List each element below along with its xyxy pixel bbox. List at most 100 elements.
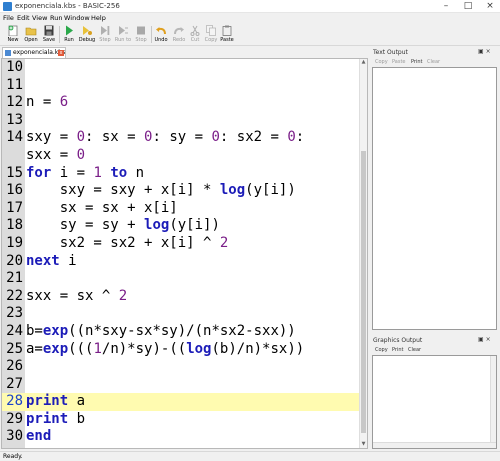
title-bar: exponenciala.kbs - BASIC-256 – □ × <box>0 0 500 13</box>
stop-button[interactable]: Stop <box>132 24 150 45</box>
code-line[interactable]: 24 b=exp((n*sxy-sx*sy)/(n*sx2-sxx)) <box>2 323 361 341</box>
menu-edit[interactable]: Edit <box>17 14 30 22</box>
code-line[interactable]: 10 <box>2 59 361 77</box>
line-number[interactable]: 11 <box>2 77 25 95</box>
line-number[interactable]: 29 <box>2 411 25 429</box>
text-output-dock-controls[interactable]: ▣ × <box>478 48 491 55</box>
line-number[interactable]: 10 <box>2 59 25 77</box>
text-token: sx = sx + x[i] <box>26 199 178 216</box>
line-number[interactable]: 28 <box>2 393 25 411</box>
graphics-output-title: Graphics Output <box>373 337 423 344</box>
undo-button[interactable]: Undo <box>152 24 170 45</box>
code-editor[interactable]: 10 11 12 n = 6 13 14 sxy = 0: sx = 0: sy = 0: … <box>1 58 368 449</box>
number-token: 0 <box>287 129 296 146</box>
code-line[interactable]: 16 sxy = sxy + x[i] * log(y[i]) <box>2 182 361 200</box>
text-output-print[interactable]: Print <box>411 59 423 65</box>
text-output-clear[interactable]: Clear <box>427 59 440 65</box>
code-line[interactable]: 17 sx = sx + x[i] <box>2 200 361 218</box>
line-number[interactable]: 12 <box>2 94 25 112</box>
text-output-area[interactable] <box>372 67 497 330</box>
menu-view[interactable]: View <box>32 14 47 22</box>
save-button[interactable]: Save <box>40 24 58 45</box>
scroll-up-icon[interactable]: ▲ <box>360 59 367 66</box>
text-output-paste[interactable]: Paste <box>392 59 406 65</box>
text-token: (b)/n)*sx)) <box>211 340 305 357</box>
graphics-output-copy[interactable]: Copy <box>375 347 388 353</box>
line-number[interactable]: 14 <box>2 129 25 147</box>
number-token: 6 <box>59 94 69 111</box>
code-line[interactable]: 29 print b <box>2 411 361 429</box>
scrollbar-thumb[interactable] <box>361 151 366 433</box>
graphics-horizontal-scrollbar[interactable] <box>373 442 496 448</box>
debug-label: Debug <box>78 37 96 43</box>
code-line[interactable]: 11 <box>2 77 361 95</box>
new-button[interactable]: New <box>4 24 22 45</box>
line-number[interactable]: 24 <box>2 323 25 341</box>
code-text: print a <box>26 393 85 411</box>
code-line[interactable]: 19 sx2 = sx2 + x[i] ^ 2 <box>2 235 361 253</box>
code-line[interactable]: 20 next i <box>2 253 361 271</box>
menu-run[interactable]: Run <box>50 14 62 22</box>
graphics-output-dock-controls[interactable]: ▣ × <box>478 336 491 343</box>
code-line[interactable]: 26 <box>2 358 361 376</box>
code-text: sy = sy + log(y[i]) <box>26 217 220 235</box>
code-line[interactable]: 22 sxx = sx ^ 2 <box>2 288 361 306</box>
line-number[interactable]: 23 <box>2 305 25 323</box>
code-line[interactable]: sxx = 0 <box>2 147 361 165</box>
menu-file[interactable]: File <box>3 14 14 22</box>
line-number[interactable]: 13 <box>2 112 25 130</box>
run-button[interactable]: Run <box>60 24 78 45</box>
code-line[interactable]: 27 <box>2 376 361 394</box>
code-line-current[interactable]: 28 print a <box>2 393 361 411</box>
code-line[interactable]: 12 n = 6 <box>2 94 361 112</box>
text-token: sxx = <box>26 146 77 163</box>
menu-help[interactable]: Help <box>91 14 106 22</box>
debug-button[interactable]: Debug <box>78 24 96 45</box>
function-token: exp <box>42 322 69 339</box>
cut-icon <box>190 25 200 36</box>
code-line[interactable]: 13 <box>2 112 361 130</box>
step-button[interactable]: Step <box>96 24 114 45</box>
line-number[interactable]: 17 <box>2 200 25 218</box>
line-number[interactable]: 26 <box>2 358 25 376</box>
line-number[interactable]: 21 <box>2 270 25 288</box>
keyword-token: next <box>26 252 60 269</box>
run-to-button[interactable]: Run to <box>114 24 132 45</box>
keyword-token: to <box>110 164 128 181</box>
text-token: : sx = <box>85 129 145 146</box>
line-number[interactable]: 27 <box>2 376 25 394</box>
code-line[interactable]: 14 sxy = 0: sx = 0: sy = 0: sx2 = 0: <box>2 129 361 147</box>
line-number[interactable]: 18 <box>2 217 25 235</box>
code-line[interactable]: 15 for i = 1 to n <box>2 165 361 183</box>
text-output-copy[interactable]: Copy <box>375 59 388 65</box>
tab-exponenciala[interactable]: exponenciala.kbs x <box>2 47 66 58</box>
line-number[interactable]: 30 <box>2 428 25 446</box>
graphics-output-clear[interactable]: Clear <box>408 347 421 353</box>
line-number[interactable]: 16 <box>2 182 25 200</box>
text-token: ((( <box>68 340 94 357</box>
code-line[interactable]: 23 <box>2 305 361 323</box>
maximize-button[interactable]: □ <box>462 1 474 12</box>
text-token: sxy = sxy + x[i] * <box>26 182 220 199</box>
code-line[interactable]: 30 end <box>2 428 361 446</box>
tab-close-icon[interactable]: x <box>58 50 64 56</box>
open-button[interactable]: Open <box>22 24 40 45</box>
editor-vertical-scrollbar[interactable]: ▲ ▼ <box>359 59 367 448</box>
code-line[interactable]: 21 <box>2 270 361 288</box>
close-button[interactable]: × <box>484 1 496 12</box>
line-number[interactable]: 15 <box>2 165 25 183</box>
code-line[interactable]: 25 a=exp(((1/n)*sy)-((log(b)/n)*sx)) <box>2 341 361 359</box>
line-number[interactable]: 19 <box>2 235 25 253</box>
line-number[interactable]: 22 <box>2 288 25 306</box>
paste-button[interactable]: Paste <box>218 24 236 45</box>
code-line[interactable]: 18 sy = sy + log(y[i]) <box>2 217 361 235</box>
graphics-vertical-scrollbar[interactable] <box>490 356 496 448</box>
menu-window[interactable]: Window <box>64 14 90 22</box>
line-number[interactable]: 20 <box>2 253 25 271</box>
line-number[interactable]: 25 <box>2 341 25 359</box>
scroll-down-icon[interactable]: ▼ <box>360 441 367 448</box>
graphics-output-print[interactable]: Print <box>392 347 404 353</box>
minimize-button[interactable]: – <box>440 1 452 12</box>
graphics-output-area[interactable] <box>372 355 497 449</box>
save-icon <box>44 25 54 36</box>
